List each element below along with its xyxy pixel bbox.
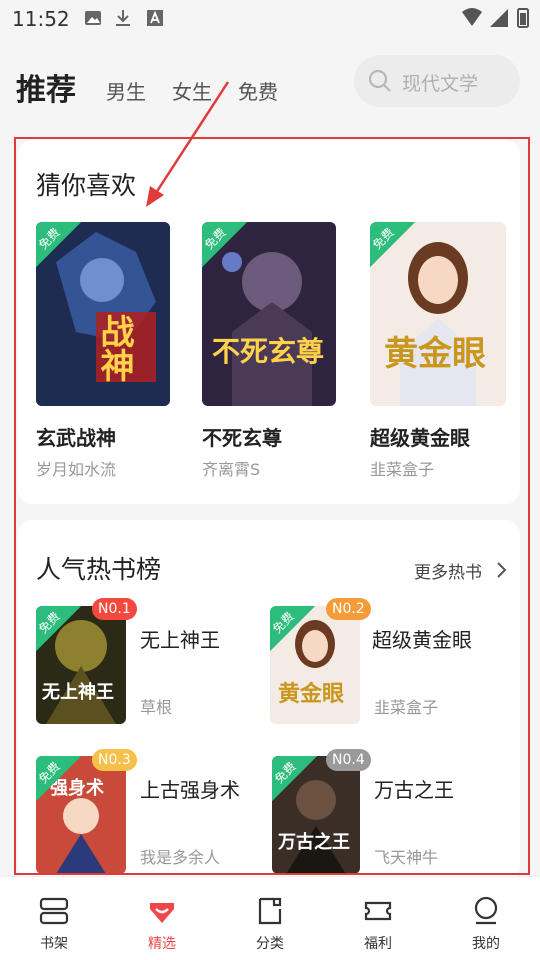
bottom-nav: 书架 精选 分类 福利 我的: [0, 876, 540, 960]
nav-label: 分类: [256, 936, 284, 952]
nav-welfare[interactable]: 福利: [324, 877, 432, 960]
nav-label: 我的: [472, 936, 500, 952]
nav-label: 福利: [364, 936, 392, 952]
ticket-icon: [364, 901, 392, 921]
featured-icon: [150, 903, 174, 923]
nav-label: 精选: [148, 936, 176, 952]
bookshelf-icon: [39, 897, 69, 925]
nav-featured[interactable]: 精选: [108, 877, 216, 960]
nav-category[interactable]: 分类: [216, 877, 324, 960]
profile-icon: [474, 896, 498, 925]
nav-bookshelf[interactable]: 书架: [0, 877, 108, 960]
nav-label: 书架: [40, 936, 68, 952]
annotation-arrow: [146, 81, 230, 207]
nav-profile[interactable]: 我的: [432, 877, 540, 960]
category-icon: [258, 897, 282, 925]
